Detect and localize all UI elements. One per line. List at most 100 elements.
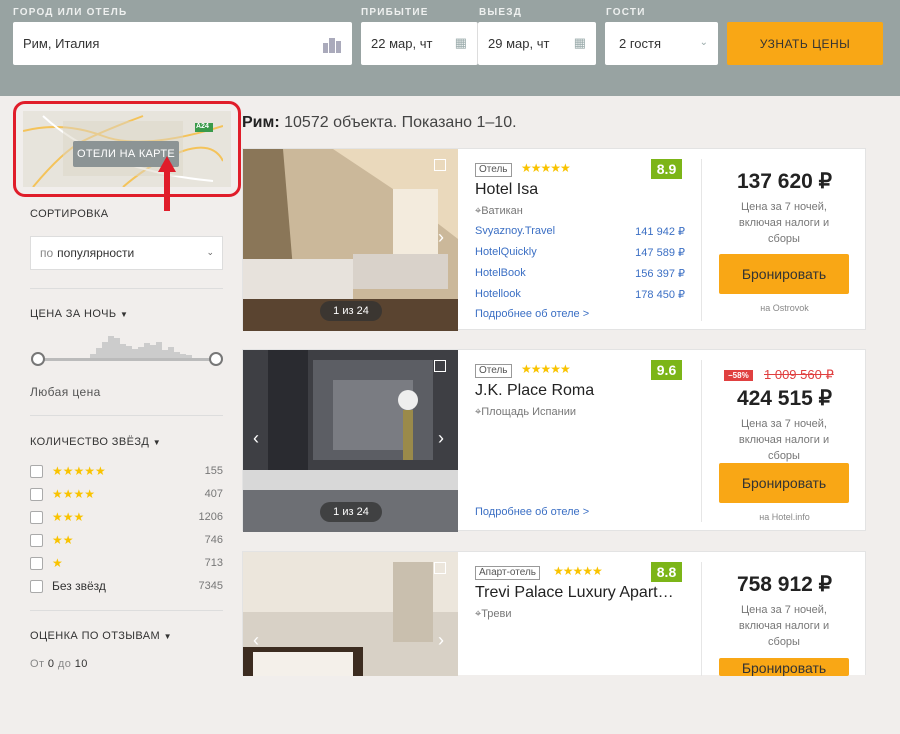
reviews-filter-label[interactable]: ОЦЕНКА ПО ОТЗЫВАМ ▼ (30, 630, 172, 642)
hotel-details-link[interactable]: Подробнее об отеле > (475, 308, 589, 320)
gallery-icon (434, 360, 446, 372)
old-price: 1 009 560 ₽ (764, 367, 834, 382)
get-prices-button[interactable]: УЗНАТЬ ЦЕНЫ (727, 22, 883, 65)
results-summary: Рим: 10572 объекта. Показано 1–10. (242, 114, 517, 131)
offer-row[interactable]: Svyaznoy.Travel 141 942 ₽ (475, 225, 685, 238)
hotel-price: 424 515 ₽ (736, 387, 833, 410)
hotel-type-badge: Отель (475, 163, 512, 177)
hotel-photo[interactable]: ‹ › (243, 552, 458, 676)
next-photo-icon[interactable]: › (438, 227, 444, 248)
stars-filter-5[interactable]: ★★★★★ 155 (30, 462, 223, 480)
hotel-type-badge: Апарт-отель (475, 566, 540, 580)
city-label: ГОРОД ИЛИ ОТЕЛЬ (13, 7, 128, 18)
hotel-info: Отель ★★★★★ 8.9 Hotel Isa ⌖Ватикан Svyaz… (475, 149, 685, 331)
price-any: Любая цена (30, 385, 101, 399)
divider (30, 415, 223, 416)
checkin-label: ПРИБЫТИЕ (361, 7, 429, 18)
checkbox[interactable] (30, 556, 43, 570)
room-image (243, 552, 458, 676)
prev-photo-icon[interactable]: ‹ (253, 428, 259, 449)
sort-select[interactable]: по популярности ⌄ (30, 236, 223, 270)
hotel-location: ⌖Треви (475, 608, 512, 620)
road-label: A24 (196, 123, 209, 130)
stars-filter-2[interactable]: ★★ 746 (30, 531, 223, 549)
map-preview[interactable]: A24 ОТЕЛИ НА КАРТЕ (23, 111, 231, 187)
guests-select[interactable]: 2 гостя ⌄ (605, 22, 718, 65)
book-button[interactable]: Бронировать (719, 463, 849, 503)
hotel-stars: ★★★★★ (521, 161, 571, 175)
hotel-photo[interactable]: ‹ › 1 из 24 (243, 350, 458, 532)
offer-row[interactable]: Hotellook 178 450 ₽ (475, 288, 685, 301)
hotel-card[interactable]: › 1 из 24 Отель ★★★★★ 8.9 Hotel Isa ⌖Ват… (242, 148, 866, 331)
price-note: Цена за 7 ночей, включая налоги и сборы (738, 418, 830, 462)
photo-counter: 1 из 24 (320, 502, 382, 522)
price-column: 758 912 ₽ Цена за 7 ночей, включая налог… (701, 562, 866, 676)
hotel-name[interactable]: Hotel Isa (475, 181, 538, 199)
gallery-icon (434, 159, 446, 171)
stars-filter-4[interactable]: ★★★★ 407 (30, 485, 223, 503)
checkin-input[interactable]: 22 мар, чт ▦ (361, 22, 478, 65)
price-note: Цена за 7 ночей, включая налоги и сборы (738, 201, 830, 245)
price-filter-label[interactable]: ЦЕНА ЗА НОЧЬ ▼ (30, 308, 128, 320)
hotel-stars: ★★★★★ (521, 362, 571, 376)
hotel-details-link[interactable]: Подробнее об отеле > (475, 506, 589, 518)
chevron-down-icon: ⌄ (206, 247, 214, 257)
hotel-card[interactable]: ‹ › Апарт-отель ★★★★★ 8.8 Trevi Palace L… (242, 551, 866, 676)
rating-score: 9.6 (651, 360, 682, 380)
guests-label: ГОСТИ (606, 7, 646, 18)
next-photo-icon[interactable]: › (438, 428, 444, 449)
gallery-icon (434, 562, 446, 574)
rating-score: 8.8 (651, 562, 682, 582)
hotel-location: ⌖Ватикан (475, 205, 523, 217)
photo-counter: 1 из 24 (320, 301, 382, 321)
caret-down-icon: ▼ (119, 310, 129, 319)
offer-row[interactable]: HotelQuickly 147 589 ₽ (475, 246, 685, 259)
checkbox[interactable] (30, 464, 43, 478)
hotel-name[interactable]: J.K. Place Roma (475, 382, 594, 400)
price-column: 137 620 ₽ Цена за 7 ночей, включая налог… (701, 159, 866, 321)
caret-down-icon: ▼ (152, 438, 162, 447)
rating-score: 8.9 (651, 159, 682, 179)
hotel-photo[interactable]: › 1 из 24 (243, 149, 458, 331)
stars-filter-1[interactable]: ★ 713 (30, 554, 223, 572)
hotel-name[interactable]: Trevi Palace Luxury Apart… (475, 584, 674, 602)
offer-row[interactable]: HotelBook 156 397 ₽ (475, 267, 685, 280)
hotel-info: Апарт-отель ★★★★★ 8.8 Trevi Palace Luxur… (475, 552, 685, 734)
stars-filter-label[interactable]: КОЛИЧЕСТВО ЗВЁЗД ▼ (30, 436, 161, 448)
sort-label: СОРТИРОВКА (30, 208, 109, 220)
offer-source: на Ostrovok (760, 303, 809, 313)
city-input[interactable]: Рим, Италия (13, 22, 352, 65)
checkout-label: ВЫЕЗД (479, 7, 523, 18)
divider (30, 610, 223, 611)
stars-filter-3[interactable]: ★★★ 1206 (30, 508, 223, 526)
red-arrow-icon (158, 156, 176, 211)
checkbox[interactable] (30, 579, 43, 593)
divider (30, 288, 223, 289)
price-slider[interactable] (30, 334, 225, 366)
next-photo-icon[interactable]: › (438, 630, 444, 651)
hotel-stars: ★★★★★ (553, 564, 603, 578)
checkout-input[interactable]: 29 мар, чт ▦ (478, 22, 596, 65)
building-icon (323, 38, 341, 53)
discount-badge: −58% (724, 370, 753, 381)
offer-source: на Hotel.info (759, 512, 810, 522)
book-button[interactable]: Бронировать (719, 254, 849, 294)
prev-photo-icon[interactable]: ‹ (253, 630, 259, 651)
hotel-info: Отель ★★★★★ 9.6 J.K. Place Roma ⌖Площадь… (475, 350, 685, 532)
calendar-icon: ▦ (454, 35, 467, 50)
caret-down-icon: ▼ (163, 632, 172, 641)
calendar-icon: ▦ (573, 35, 586, 50)
hotel-price: 137 620 ₽ (736, 170, 833, 193)
chevron-down-icon: ⌄ (699, 37, 708, 48)
stars-filter-none[interactable]: Без звёзд 7345 (30, 577, 223, 595)
price-note: Цена за 7 ночей, включая налоги и сборы (738, 604, 830, 648)
checkbox[interactable] (30, 533, 43, 547)
hotel-card[interactable]: ‹ › 1 из 24 Отель ★★★★★ 9.6 J.K. Place R… (242, 349, 866, 532)
hotel-price: 758 912 ₽ (736, 573, 833, 596)
map-highlight: A24 ОТЕЛИ НА КАРТЕ (13, 101, 241, 197)
price-column: −58% 1 009 560 ₽ 424 515 ₽ Цена за 7 ноч… (701, 360, 866, 522)
book-button[interactable]: Бронировать (719, 658, 849, 676)
hotel-location: ⌖Площадь Испании (475, 406, 576, 418)
checkbox[interactable] (30, 487, 43, 501)
checkbox[interactable] (30, 510, 43, 524)
